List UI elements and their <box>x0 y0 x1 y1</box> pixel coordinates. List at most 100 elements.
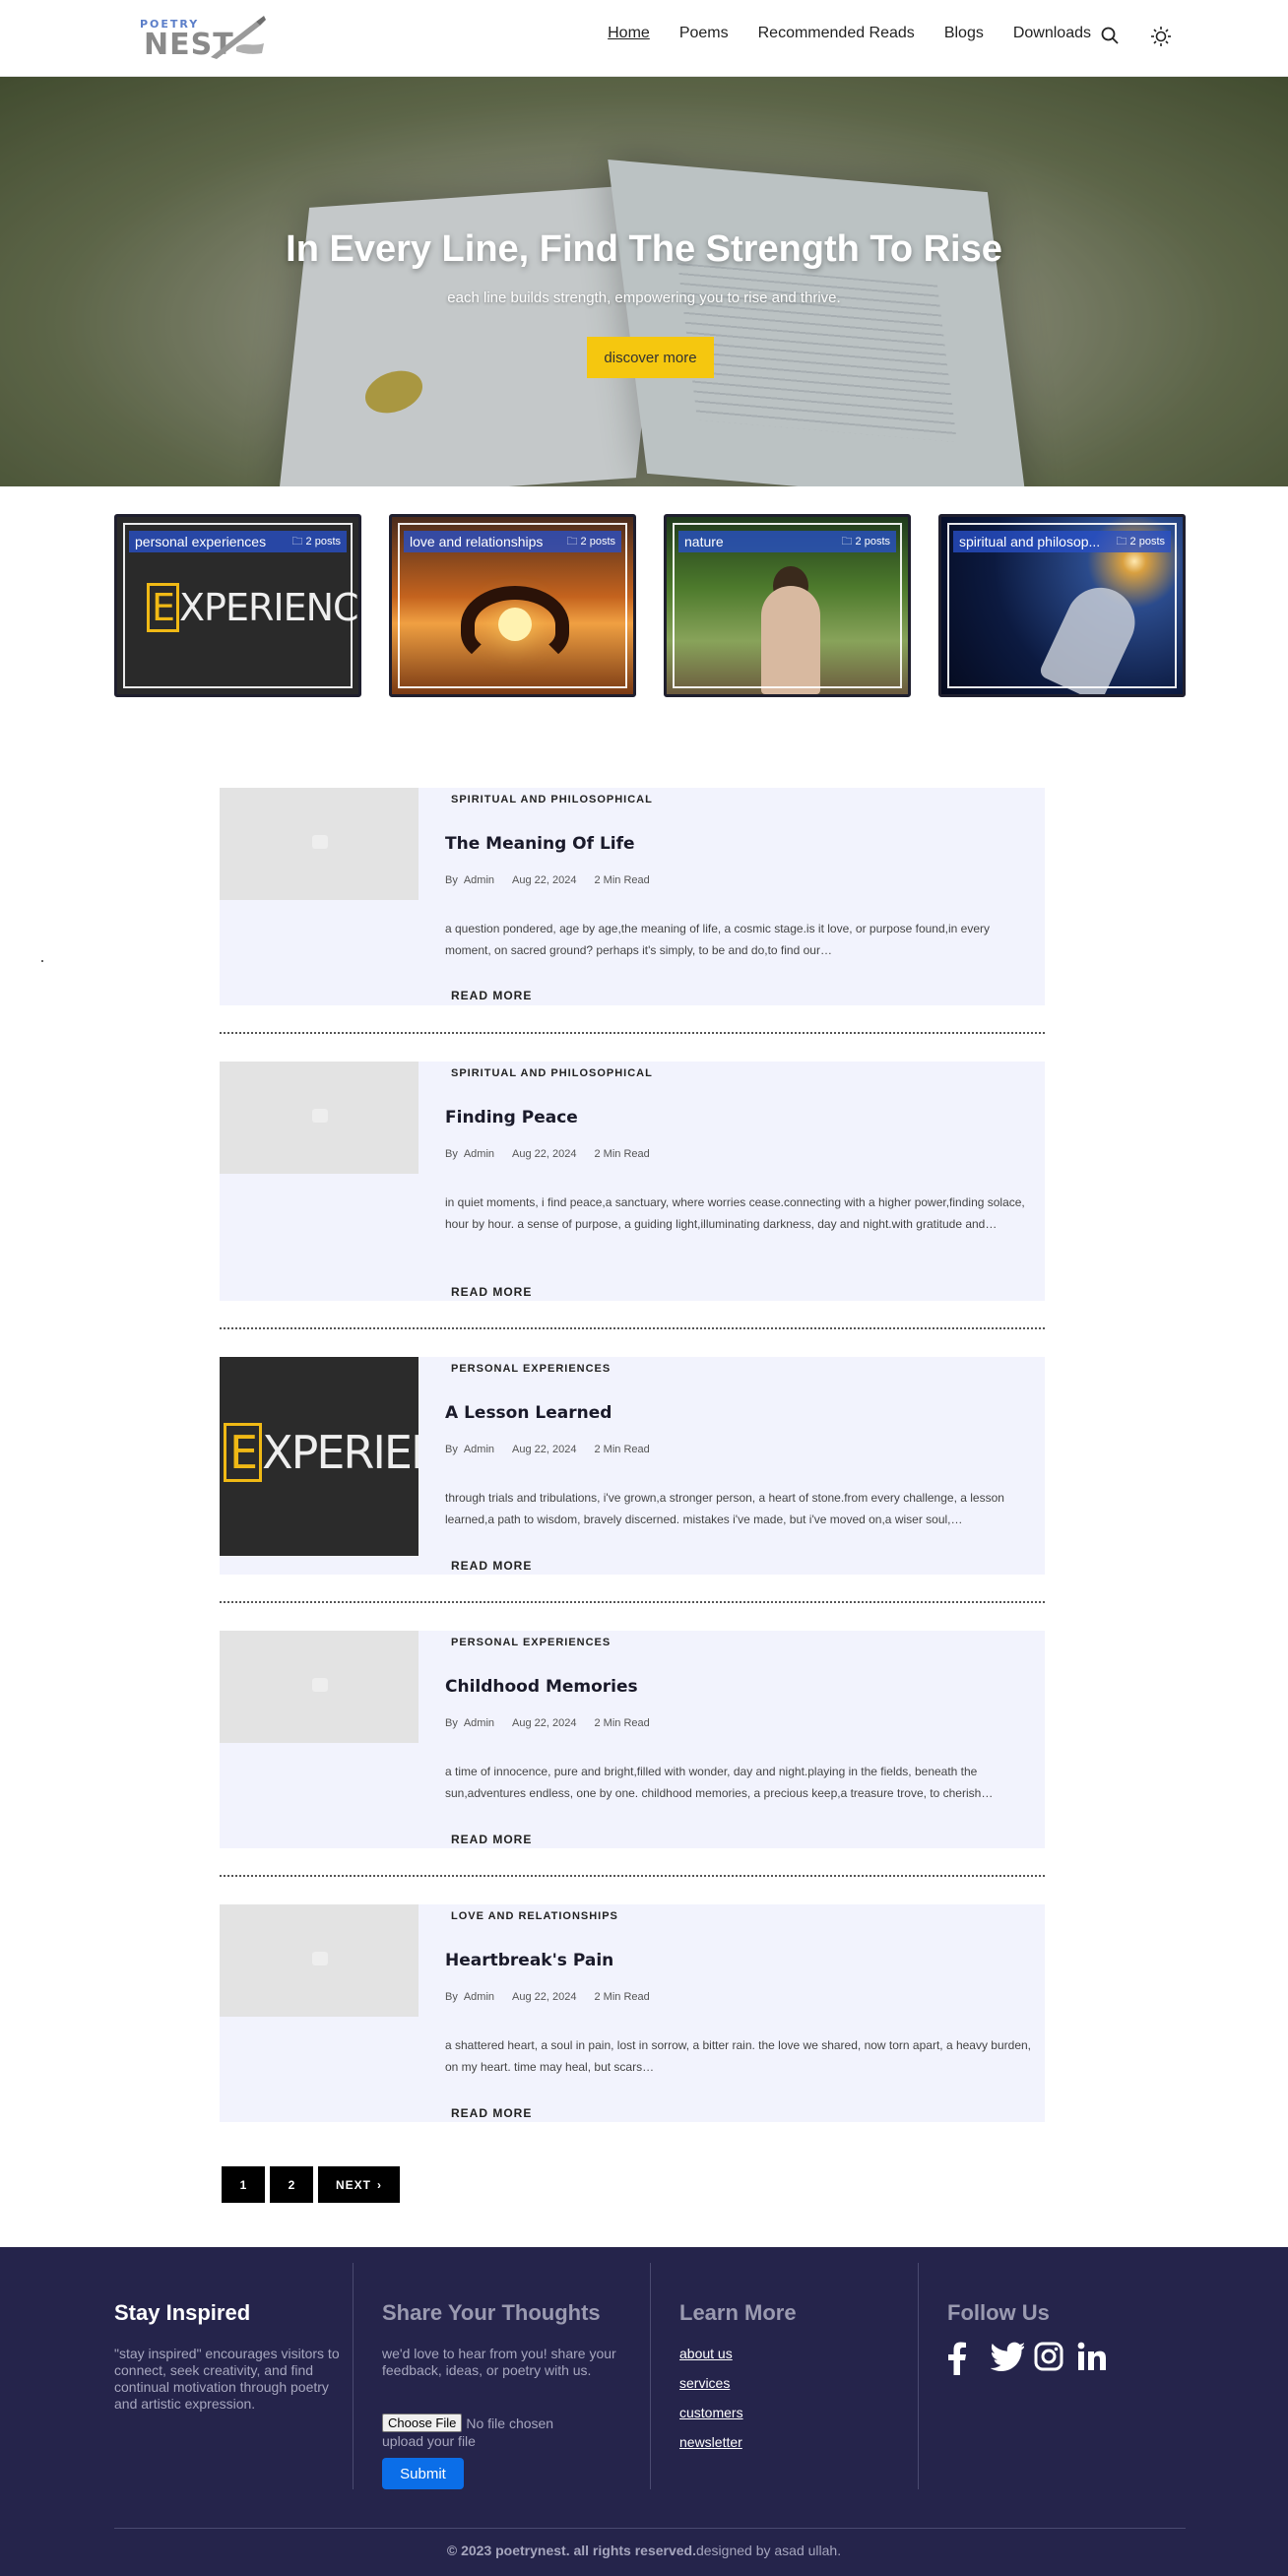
post-excerpt: a question pondered, age by age,the mean… <box>445 922 991 957</box>
stray-dot <box>41 960 43 962</box>
post-title[interactable]: Childhood Memories <box>445 1677 638 1697</box>
footer-share-text: we'd love to hear from you! share your f… <box>382 2346 616 2378</box>
post-card: PERSONAL EXPERIENCES Childhood Memories … <box>220 1631 1045 1848</box>
image-placeholder-icon <box>312 1678 328 1692</box>
pagination: 1 2 NEXT › <box>222 2166 400 2203</box>
post-excerpt: through trials and tribulations, i've gr… <box>445 1491 1004 1526</box>
post-read-time: 2 Min Read <box>594 1717 650 1729</box>
site-footer: Stay Inspired "stay inspired" encourages… <box>0 2247 1288 2576</box>
post-excerpt: a shattered heart, a soul in pain, lost … <box>445 2038 1032 2074</box>
copyright-notice: © 2023 poetrynest. all rights reserved. <box>446 2543 696 2558</box>
image-placeholder-icon <box>312 1952 328 1965</box>
post-author[interactable]: Admin <box>464 1717 494 1729</box>
next-label: NEXT <box>335 2177 371 2192</box>
submit-button[interactable]: Submit <box>382 2458 464 2489</box>
nav-downloads[interactable]: Downloads <box>1013 25 1091 42</box>
footer-link-about-us[interactable]: about us <box>679 2346 743 2361</box>
post-category[interactable]: SPIRITUAL AND PHILOSOPHICAL <box>451 1067 653 1079</box>
nav-poems[interactable]: Poems <box>679 25 729 42</box>
footer-divider <box>650 2263 651 2489</box>
linkedin-icon[interactable] <box>1077 2342 1109 2375</box>
post-author[interactable]: Admin <box>464 874 494 886</box>
category-name: nature <box>684 534 724 549</box>
footer-link-newsletter[interactable]: newsletter <box>679 2434 743 2450</box>
instagram-icon[interactable] <box>1034 2342 1065 2375</box>
read-more-link[interactable]: READ MORE <box>451 1559 532 1573</box>
post-card: SPIRITUAL AND PHILOSOPHICAL The Meaning … <box>220 788 1045 1005</box>
nav-recommended-reads[interactable]: Recommended Reads <box>758 25 915 42</box>
twitter-icon[interactable] <box>990 2342 1025 2375</box>
category-count: 🗀 2 posts <box>291 535 341 547</box>
category-name: spiritual and philosop... <box>959 534 1101 549</box>
post-title[interactable]: Heartbreak's Pain <box>445 1951 613 1970</box>
read-more-link[interactable]: READ MORE <box>451 1833 532 1846</box>
post-date: Aug 22, 2024 <box>512 1444 577 1455</box>
category-count: 🗀 2 posts <box>841 535 890 547</box>
sun-icon[interactable] <box>1150 26 1172 47</box>
nav-blogs[interactable]: Blogs <box>944 25 984 42</box>
hero-overlay <box>0 77 1288 486</box>
post-thumbnail[interactable] <box>220 788 419 900</box>
post-author[interactable]: Admin <box>464 1148 494 1160</box>
nav-home[interactable]: Home <box>608 25 650 42</box>
file-status: No file chosen <box>466 2415 554 2431</box>
read-more-link[interactable]: READ MORE <box>451 1285 532 1299</box>
category-card-personal-experiences[interactable]: E XPERIENCE personal experiences 🗀 2 post… <box>114 514 361 697</box>
post-divider <box>220 1601 1045 1603</box>
category-card-spiritual[interactable]: spiritual and philosop... 🗀 2 posts <box>938 514 1186 697</box>
category-card-nature[interactable]: nature 🗀 2 posts <box>664 514 911 697</box>
post-author[interactable]: Admin <box>464 1444 494 1455</box>
designer-credit: designed by asad ullah. <box>695 2543 842 2558</box>
footer-divider <box>918 2263 919 2489</box>
post-category[interactable]: PERSONAL EXPERIENCES <box>451 1363 611 1375</box>
post-read-time: 2 Min Read <box>594 874 650 886</box>
discover-more-button[interactable]: discover more <box>587 337 714 378</box>
meta-by: By <box>445 1444 458 1455</box>
post-author[interactable]: Admin <box>464 1991 494 2003</box>
post-thumbnail[interactable] <box>220 1904 419 2017</box>
choose-file-button[interactable]: Choose File <box>382 2414 463 2432</box>
post-divider <box>220 1032 1045 1034</box>
file-input[interactable]: Choose File No file chosen <box>382 2414 553 2432</box>
post-category[interactable]: SPIRITUAL AND PHILOSOPHICAL <box>451 794 653 805</box>
facebook-icon[interactable] <box>947 2342 979 2375</box>
post-date: Aug 22, 2024 <box>512 874 577 886</box>
hero-title: In Every Line, Find The Strength To Rise <box>286 228 1002 270</box>
post-card: EXPERIENC PERSONAL EXPERIENCES A Lesson … <box>220 1357 1045 1575</box>
footer-link-services[interactable]: services <box>679 2375 743 2391</box>
post-category[interactable]: LOVE AND RELATIONSHIPS <box>451 1910 618 1922</box>
thumbnail-text: EXPERIENC <box>224 1423 419 1482</box>
category-card-love-and-relationships[interactable]: love and relationships 🗀 2 posts <box>389 514 636 697</box>
post-date: Aug 22, 2024 <box>512 1991 577 2003</box>
post-card: SPIRITUAL AND PHILOSOPHICAL Finding Peac… <box>220 1062 1045 1301</box>
image-placeholder-icon <box>312 835 328 849</box>
post-thumbnail[interactable] <box>220 1631 419 1743</box>
footer-share-title: Share Your Thoughts <box>382 2300 601 2325</box>
footer-link-customers[interactable]: customers <box>679 2405 743 2420</box>
read-more-link[interactable]: READ MORE <box>451 989 532 1002</box>
post-title[interactable]: The Meaning Of Life <box>445 834 635 854</box>
post-thumbnail[interactable]: EXPERIENC <box>220 1357 419 1556</box>
read-more-link[interactable]: READ MORE <box>451 2106 532 2120</box>
post-title[interactable]: A Lesson Learned <box>445 1403 612 1423</box>
chevron-right-icon: › <box>377 2177 382 2192</box>
post-meta: By Admin Aug 22, 2024 2 Min Read <box>445 874 650 886</box>
category-label: personal experiences 🗀 2 posts <box>129 531 347 552</box>
page-2-button[interactable]: 2 <box>270 2166 313 2203</box>
page-1-button[interactable]: 1 <box>222 2166 265 2203</box>
social-links <box>947 2342 1109 2375</box>
post-title[interactable]: Finding Peace <box>445 1108 578 1127</box>
next-page-button[interactable]: NEXT › <box>318 2166 400 2203</box>
post-card: LOVE AND RELATIONSHIPS Heartbreak's Pain… <box>220 1904 1045 2122</box>
site-logo[interactable]: POETRY NEST <box>138 14 268 63</box>
footer-learn-more-title: Learn More <box>679 2300 797 2325</box>
post-category[interactable]: PERSONAL EXPERIENCES <box>451 1637 611 1648</box>
post-thumbnail[interactable] <box>220 1062 419 1174</box>
post-excerpt: in quiet moments, i find peace,a sanctua… <box>445 1195 1025 1231</box>
main-nav: Home Poems Recommended Reads Blogs Downl… <box>608 25 1091 42</box>
footer-links: about us services customers newsletter <box>679 2346 743 2450</box>
footer-stay-inspired-title: Stay Inspired <box>114 2300 251 2325</box>
post-date: Aug 22, 2024 <box>512 1148 577 1160</box>
search-icon[interactable] <box>1100 26 1122 47</box>
upload-label: upload your file <box>382 2433 476 2449</box>
